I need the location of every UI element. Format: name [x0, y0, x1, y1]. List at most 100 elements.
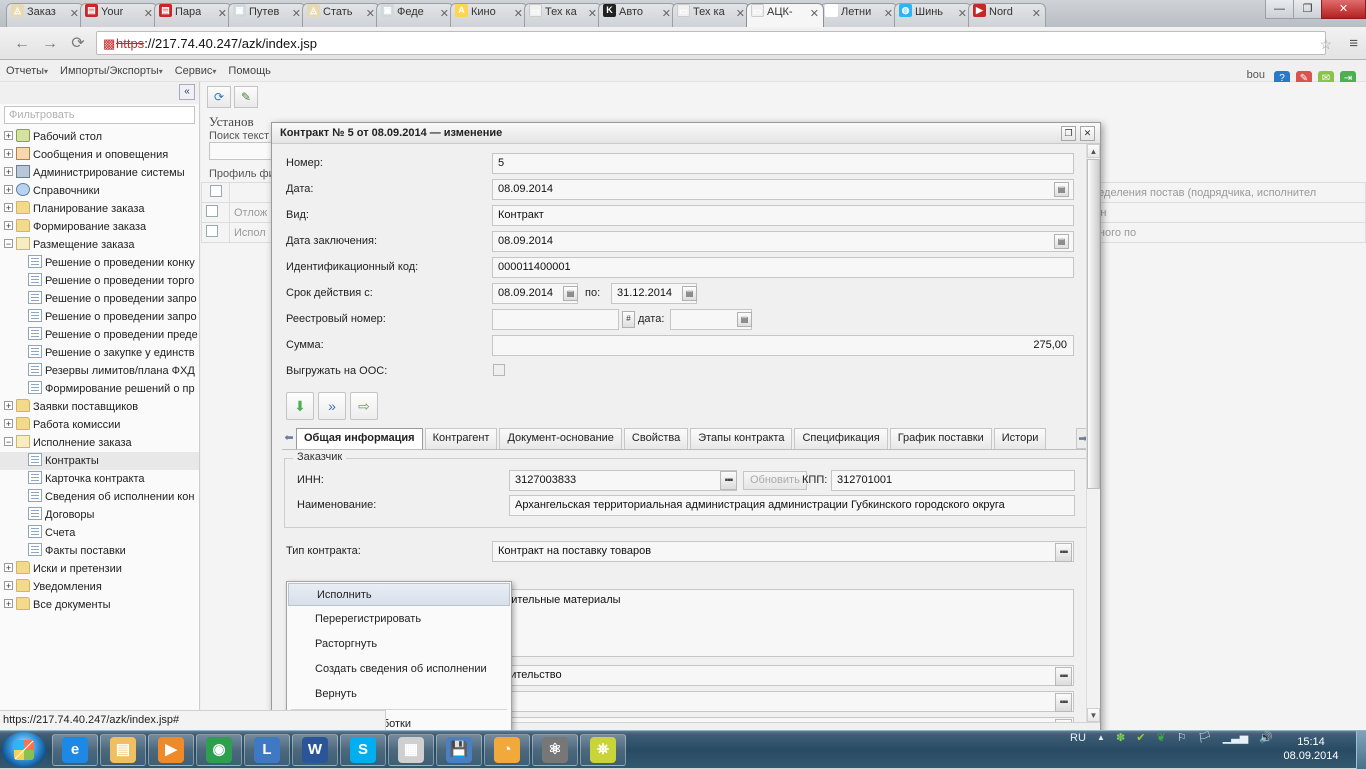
sidebar-item-4[interactable]: + Планирование заказа [0, 200, 199, 218]
menu-item-imports-exports[interactable]: Импорты/Экспорты▾ [60, 60, 163, 83]
calendar-icon[interactable]: ▤ [1054, 182, 1069, 197]
input-conclusion-date[interactable]: 08.09.2014 [492, 231, 1074, 252]
tree-expander-icon[interactable]: + [4, 185, 13, 195]
calendar-icon[interactable]: ▤ [563, 286, 578, 301]
input-customer-name[interactable]: Архангельская территориальная администра… [509, 495, 1075, 516]
input-sum[interactable]: 275,00 [492, 335, 1074, 356]
construction-lookup-button[interactable]: ▪▪▪ [1055, 667, 1072, 686]
row-checkbox-cell[interactable] [201, 202, 230, 223]
sidebar-item-12[interactable]: Решение о закупке у единств [0, 344, 199, 362]
tree-expander-icon[interactable]: − [4, 239, 13, 249]
tab-close-icon[interactable]: ✕ [810, 9, 819, 20]
tab-close-icon[interactable]: ✕ [736, 9, 745, 20]
browser-tab[interactable]: ▣ Феде ✕ [376, 3, 454, 27]
taskbar-app-internet-explorer[interactable]: e [52, 734, 98, 766]
input-date[interactable]: 08.09.2014 [492, 179, 1074, 200]
input-number[interactable]: 5 [492, 153, 1074, 174]
tab-contract-stages[interactable]: Этапы контракта [690, 428, 793, 449]
scroll-down-icon[interactable]: ▼ [1087, 708, 1100, 722]
tree-expander-icon[interactable]: + [4, 167, 13, 177]
tree-expander-icon[interactable]: + [4, 131, 13, 141]
sidebar-item-20[interactable]: Сведения об исполнении кон [0, 488, 199, 506]
input-extra-1[interactable] [492, 691, 1074, 712]
maximize-button[interactable]: ❐ [1293, 0, 1322, 19]
browser-tab[interactable]: K Авто ✕ [598, 3, 676, 27]
taskbar-app-explorer-folder[interactable]: ▤ [100, 734, 146, 766]
flag-icon[interactable]: ⚐ [1177, 731, 1187, 744]
row-checkbox[interactable] [206, 225, 218, 237]
tab-close-icon[interactable]: ✕ [292, 9, 301, 20]
scrollbar-thumb[interactable] [1087, 159, 1100, 489]
tab-close-icon[interactable]: ✕ [218, 9, 227, 20]
taskbar-app-microsoft-word[interactable]: W [292, 734, 338, 766]
tree-expander-icon[interactable]: + [4, 563, 13, 573]
taskbar-app-save-floppy-app[interactable]: 💾 [436, 734, 482, 766]
sidebar-item-0[interactable]: + Рабочий стол [0, 128, 199, 146]
shield-ok-icon[interactable]: ✔ [1136, 731, 1145, 744]
collapse-sidebar-icon[interactable]: « [179, 84, 195, 100]
select-all-checkbox-cell[interactable] [201, 182, 230, 203]
context-menu-item-execute[interactable]: Исполнить [288, 583, 510, 606]
action-center-icon[interactable]: 🏳 [1198, 731, 1212, 744]
tab-scroll-left-icon[interactable]: ⬅ [282, 428, 296, 449]
tab-properties[interactable]: Свойства [623, 428, 689, 449]
export-icon[interactable]: ⇨ [350, 392, 378, 420]
sidebar-item-19[interactable]: Карточка контракта [0, 470, 199, 488]
input-contract-type[interactable]: Контракт на поставку товаров [492, 541, 1074, 562]
taskbar-app-google-chrome[interactable]: ◉ [196, 734, 242, 766]
menu-item-help[interactable]: Помощь [228, 60, 271, 82]
hash-button[interactable]: # [622, 311, 635, 328]
browser-menu-icon[interactable]: ≡ [1349, 35, 1358, 52]
browser-tab[interactable]: ▭ Тех ка ✕ [524, 3, 602, 27]
taskbar-app-media-player[interactable]: ▶ [148, 734, 194, 766]
bookmark-star-icon[interactable]: ☆ [1319, 36, 1332, 53]
row-checkbox[interactable] [206, 205, 218, 217]
sidebar-item-23[interactable]: Факты поставки [0, 542, 199, 560]
reload-button[interactable]: ⟳ [64, 27, 92, 60]
tab-close-icon[interactable]: ✕ [366, 9, 375, 20]
forward-button[interactable]: → [36, 27, 64, 60]
sidebar-item-2[interactable]: + Администрирование системы [0, 164, 199, 182]
menu-item-service[interactable]: Сервис▾ [175, 60, 217, 83]
network-icon[interactable]: ▁▃▅ [1223, 731, 1248, 744]
input-kind[interactable]: Контракт [492, 205, 1074, 226]
clock[interactable]: 15:14 08.09.2014 [1274, 735, 1348, 763]
back-button[interactable]: ← [8, 27, 36, 60]
tab-close-icon[interactable]: ✕ [958, 9, 967, 20]
input-identification-code[interactable]: 000011400001 [492, 257, 1074, 278]
sidebar-item-11[interactable]: Решение о проведении преде [0, 326, 199, 344]
browser-tab[interactable]: ▭ Тех ка ✕ [672, 3, 750, 27]
context-menu-item-reregister[interactable]: Перерегистрировать [287, 607, 511, 632]
calendar-icon[interactable]: ▤ [737, 312, 752, 327]
tab-basis-document[interactable]: Документ-основание [499, 428, 622, 449]
sidebar-item-8[interactable]: Решение о проведении торго [0, 272, 199, 290]
browser-tab[interactable]: ◬ Стать ✕ [302, 3, 380, 27]
sidebar-item-15[interactable]: + Заявки поставщиков [0, 398, 199, 416]
taskbar-app-lotus-notes[interactable]: L [244, 734, 290, 766]
sidebar-item-18[interactable]: Контракты [0, 452, 199, 470]
sidebar-item-25[interactable]: + Уведомления [0, 578, 199, 596]
sidebar-item-3[interactable]: + Справочники [0, 182, 199, 200]
address-bar[interactable]: ▩https://217.74.40.247/azk/index.jsp [96, 31, 1326, 55]
browser-tab[interactable]: ▶ Nord ✕ [968, 3, 1046, 27]
tab-counterparty[interactable]: Контрагент [424, 428, 498, 449]
close-button[interactable]: ✕ [1321, 0, 1366, 19]
taskbar-app-skype[interactable]: S [340, 734, 386, 766]
select-all-checkbox[interactable] [209, 185, 222, 197]
sidebar-item-14[interactable]: Формирование решений о пр [0, 380, 199, 398]
checkbox-oos[interactable] [493, 364, 505, 376]
input-kpp[interactable]: 312701001 [831, 470, 1075, 491]
taskbar-app-network-tool[interactable]: ⚛ [532, 734, 578, 766]
tray-expand-icon[interactable]: ▲ [1097, 733, 1105, 742]
tree-expander-icon[interactable]: + [4, 581, 13, 591]
browser-tab[interactable]: ▤ Your ✕ [80, 3, 158, 27]
sidebar-item-17[interactable]: − Исполнение заказа [0, 434, 199, 452]
refresh-button[interactable]: Обновить [743, 471, 807, 490]
insecure-certificate-icon[interactable]: ▩ [103, 32, 116, 56]
sidebar-item-1[interactable]: + Сообщения и оповещения [0, 146, 199, 164]
dialog-scrollbar[interactable]: ▲ ▼ [1086, 144, 1100, 722]
calendar-icon[interactable]: ▤ [1054, 234, 1069, 249]
browser-tab[interactable]: ◬ Заказ ✕ [6, 3, 84, 27]
tab-close-icon[interactable]: ✕ [588, 9, 597, 20]
sidebar-item-7[interactable]: Решение о проведении конку [0, 254, 199, 272]
